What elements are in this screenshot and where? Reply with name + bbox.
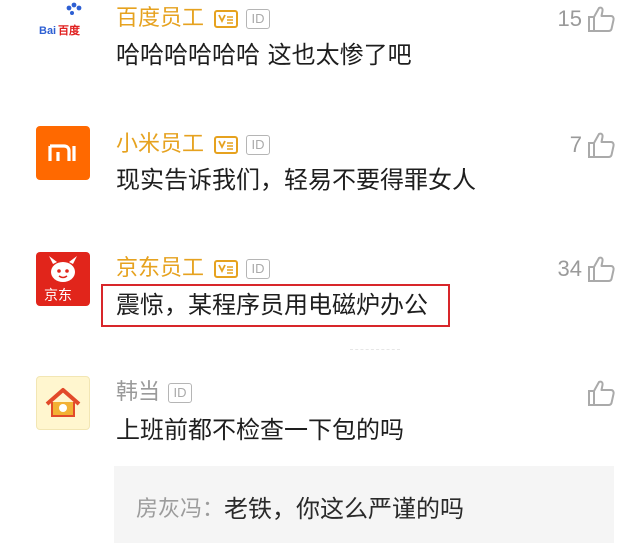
divider bbox=[350, 349, 400, 350]
verified-icon bbox=[214, 10, 239, 28]
comment-text: 上班前都不检查一下包的吗 bbox=[116, 416, 404, 444]
svg-text:Bai: Bai bbox=[39, 25, 56, 37]
username[interactable]: 百度员工 bbox=[116, 4, 204, 34]
baidu-logo-icon: Bai 百度 bbox=[39, 2, 82, 37]
like-count: 15 bbox=[557, 6, 582, 31]
thumbs-up-icon bbox=[588, 380, 615, 406]
like-button[interactable]: 7 bbox=[570, 130, 616, 160]
comment-header: 小米员工 ID bbox=[116, 130, 271, 160]
username[interactable]: 小米员工 bbox=[116, 130, 204, 160]
like-count: 34 bbox=[557, 256, 582, 281]
verified-icon bbox=[214, 260, 239, 278]
reply-text: 老铁，你这么严谨的吗 bbox=[224, 495, 464, 523]
avatar[interactable] bbox=[36, 376, 90, 430]
like-button[interactable] bbox=[582, 378, 616, 408]
avatar[interactable]: 京东 bbox=[36, 252, 90, 306]
comment-text: 哈哈哈哈哈哈 这也太惨了吧 bbox=[116, 41, 412, 69]
comment-header: 百度员工 ID bbox=[116, 4, 271, 34]
thumbs-up-icon bbox=[588, 6, 615, 32]
thumbs-up-icon bbox=[588, 256, 615, 282]
like-button[interactable]: 34 bbox=[558, 254, 616, 284]
comment-header: 韩当 ID bbox=[116, 378, 193, 408]
reply-author[interactable]: 房灰冯： bbox=[136, 494, 224, 526]
id-badge: ID bbox=[246, 9, 271, 29]
like-button[interactable]: 15 bbox=[558, 4, 616, 34]
avatar[interactable]: Bai 百度 bbox=[36, 0, 90, 40]
xiaomi-logo-icon bbox=[48, 144, 76, 161]
comment-header: 京东员工 ID bbox=[116, 254, 271, 284]
verified-icon bbox=[214, 136, 239, 154]
comment-text: 现实告诉我们，轻易不要得罪女人 bbox=[116, 166, 476, 194]
reply-box[interactable]: 房灰冯： 老铁，你这么严谨的吗 bbox=[114, 466, 614, 543]
svg-text:百度: 百度 bbox=[58, 23, 81, 37]
svg-text:京东: 京东 bbox=[44, 288, 72, 304]
thumbs-up-icon bbox=[588, 132, 615, 158]
like-count: 7 bbox=[569, 132, 582, 157]
id-badge: ID bbox=[168, 383, 193, 403]
username[interactable]: 韩当 bbox=[116, 378, 160, 408]
avatar[interactable] bbox=[36, 126, 90, 180]
house-icon bbox=[45, 388, 81, 417]
highlight-box bbox=[101, 284, 450, 327]
id-badge: ID bbox=[246, 259, 271, 279]
username[interactable]: 京东员工 bbox=[116, 254, 204, 284]
id-badge: ID bbox=[246, 135, 271, 155]
jd-logo-icon: 京东 bbox=[44, 256, 77, 304]
